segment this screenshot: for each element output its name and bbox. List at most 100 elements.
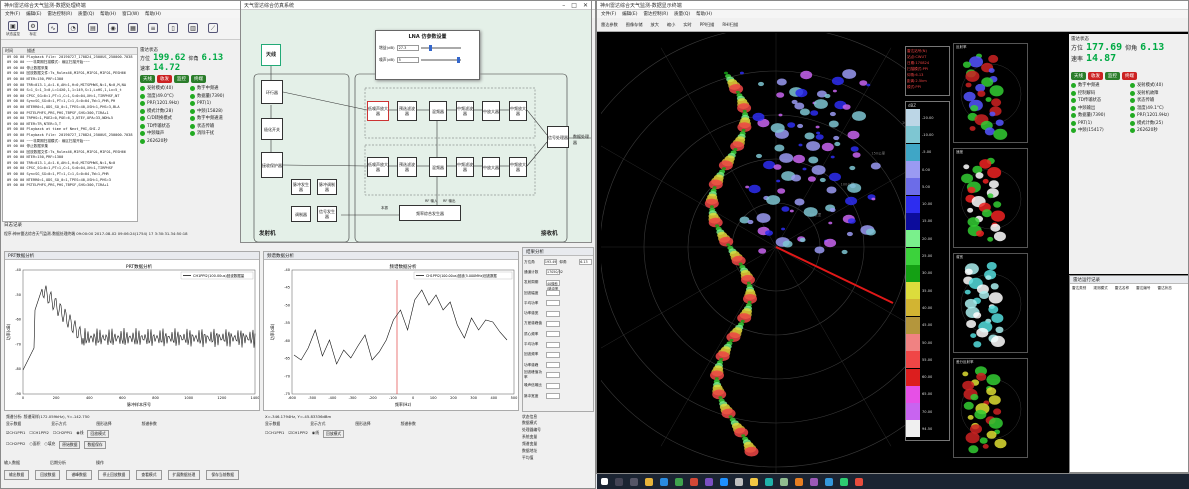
result-value[interactable]: 17050/32 (546, 269, 563, 276)
tool-11[interactable]: ⟋ (204, 19, 222, 39)
radio-area[interactable]: ○面积 (29, 441, 40, 449)
app-icon-12[interactable] (840, 477, 848, 486)
result-value[interactable] (546, 341, 560, 348)
search-icon[interactable] (615, 477, 623, 486)
menu-radar[interactable]: 雷达控制(R) (47, 11, 72, 17)
diagram-minimize-icon[interactable]: – (562, 2, 565, 9)
dtool-rhi[interactable]: RHI扫描 (722, 22, 738, 28)
app-icon-5[interactable] (735, 477, 743, 486)
menu-help2[interactable]: 帮助(H) (145, 11, 161, 17)
diagram-close-icon[interactable]: ✕ (583, 2, 588, 9)
right-terminal-button[interactable]: 终端 (1122, 72, 1137, 80)
right-monitor-button[interactable]: 监控 (1105, 72, 1120, 80)
radio-line[interactable]: ◉线 (76, 430, 83, 438)
result-value[interactable] (546, 310, 560, 317)
menu-window[interactable]: 窗口(W) (122, 11, 139, 17)
bottom-button[interactable]: 查看模式 (136, 470, 162, 480)
result-value[interactable] (546, 382, 560, 389)
signal-proc-block[interactable]: 信号处理器 (547, 126, 569, 148)
calibrate-button[interactable]: ⚙ 标定 (24, 19, 42, 39)
app-icon-13[interactable] (855, 477, 863, 486)
lna2-block[interactable]: 低噪声放大器 (367, 157, 389, 177)
tool-6[interactable]: ◉ (104, 19, 122, 39)
check-ch1ppi2[interactable]: ☐CH1PPI2 (29, 430, 48, 438)
polar-switch-block[interactable]: 极化开关 (261, 118, 283, 140)
tool-7[interactable]: ▦ (124, 19, 142, 39)
check-ch2ppi2[interactable]: ☐CH2PPI2 (6, 441, 25, 449)
bottom-button[interactable]: 谱峰数据 (66, 470, 92, 480)
result-value[interactable] (546, 290, 560, 297)
dtool-store[interactable]: 图像存储 (626, 22, 643, 28)
app-icon-1[interactable] (675, 477, 683, 486)
bottom-button[interactable]: 扩展数据处理 (167, 470, 201, 480)
check2-ch1ppi2[interactable]: ☑CH1PPI2 (288, 430, 307, 438)
thumbnail[interactable]: 反射率 (953, 43, 1028, 143)
if-filter-block[interactable]: 中频滤波器 (456, 101, 474, 121)
if-amp-block[interactable]: 中放大器 (482, 101, 500, 121)
result-value[interactable] (546, 331, 560, 338)
circulator-block[interactable]: 环行器 (261, 80, 283, 104)
btn-save-data[interactable]: 数据保存 (84, 441, 106, 449)
result-value[interactable] (546, 300, 560, 307)
browser-icon[interactable] (660, 477, 668, 486)
btn-raw-data[interactable]: 原始数据 (59, 441, 81, 449)
app-icon-4[interactable] (720, 477, 728, 486)
app-icon-6[interactable] (750, 477, 758, 486)
if-amp4-block[interactable]: 中频放大器 (509, 157, 527, 177)
result-value[interactable] (546, 351, 560, 358)
bottom-button[interactable]: 保存当前数据 (206, 470, 240, 480)
result-value[interactable] (546, 320, 560, 327)
app-icon-11[interactable] (825, 477, 833, 486)
dtool-zoomin[interactable]: 放大 (651, 22, 659, 28)
diagram-maximize-icon[interactable]: □ (571, 2, 577, 9)
dtool-params[interactable]: 雷达参数 (601, 22, 618, 28)
prt-chart-tab[interactable]: PRT数据分析 (5, 252, 259, 260)
explorer-icon[interactable] (645, 477, 653, 486)
tool-9[interactable]: ▯ (164, 19, 182, 39)
transceiver-button[interactable]: 收发 (157, 75, 172, 83)
lna-block[interactable]: 低噪声放大器 (367, 101, 389, 121)
app-icon-2[interactable] (690, 477, 698, 486)
nf-input[interactable]: 5 (396, 57, 419, 63)
protector-block[interactable]: 接收保护器 (261, 152, 283, 178)
app-icon-10[interactable] (810, 477, 818, 486)
menu-file[interactable]: 文件(F) (5, 11, 20, 17)
status-monitor-button[interactable]: ▣ 状态监控 (4, 19, 22, 39)
result-value[interactable]: 6.13 (579, 259, 592, 266)
nf-slider-thumb[interactable] (456, 57, 460, 63)
antenna-block[interactable]: 天线 (261, 44, 281, 66)
tool-4[interactable]: ◔ (64, 19, 82, 39)
thumbnail[interactable]: 谱宽 (953, 253, 1028, 353)
dmenu-quality[interactable]: 质量(Q) (674, 11, 690, 17)
btn2-playback[interactable]: 回放模式 (323, 430, 345, 438)
right-antenna-button[interactable]: 天线 (1071, 72, 1086, 80)
bottom-button[interactable]: 回放数据 (35, 470, 61, 480)
tool-5[interactable]: ▤ (84, 19, 102, 39)
thumbnail[interactable]: 速度 (953, 148, 1028, 248)
if-amp3-block[interactable]: 中放大器 (482, 157, 500, 177)
mixer2-block[interactable]: 混频器 (429, 157, 447, 177)
start-icon[interactable] (601, 478, 608, 485)
modulator-block[interactable]: 调制器 (291, 206, 311, 222)
tool-3[interactable]: ∿ (44, 19, 62, 39)
dtool-zoomout[interactable]: 缩小 (667, 22, 675, 28)
radio-fill[interactable]: ○填充 (44, 441, 55, 449)
result-value[interactable] (546, 372, 560, 379)
monitor-button[interactable]: 监控 (174, 75, 189, 83)
bottom-button[interactable]: 输出数据 (4, 470, 30, 480)
tool-10[interactable]: ▥ (184, 19, 202, 39)
result-value[interactable] (546, 393, 560, 399)
if-amp2-block[interactable]: 中频放大器 (509, 101, 527, 121)
pulse-gen-block[interactable]: 脉冲发生器 (291, 179, 311, 195)
dmenu-edit[interactable]: 编辑(E) (622, 11, 637, 17)
right-transceiver-button[interactable]: 收发 (1088, 72, 1103, 80)
nf-slider[interactable] (420, 57, 461, 63)
result-value[interactable] (546, 362, 560, 369)
menu-quality[interactable]: 质量(Q) (78, 11, 94, 17)
gain-input[interactable]: 27.3 (396, 45, 419, 51)
thumbnail[interactable]: 差分反射率 (953, 358, 1028, 458)
check2-ch1ppi1[interactable]: ☐CH1PPI1 (265, 430, 284, 438)
dmenu-radar[interactable]: 雷达控制(R) (643, 11, 668, 17)
radio2-line[interactable]: ◉线 (312, 430, 319, 438)
synth-block[interactable]: 频率综合发生器 (399, 205, 461, 221)
